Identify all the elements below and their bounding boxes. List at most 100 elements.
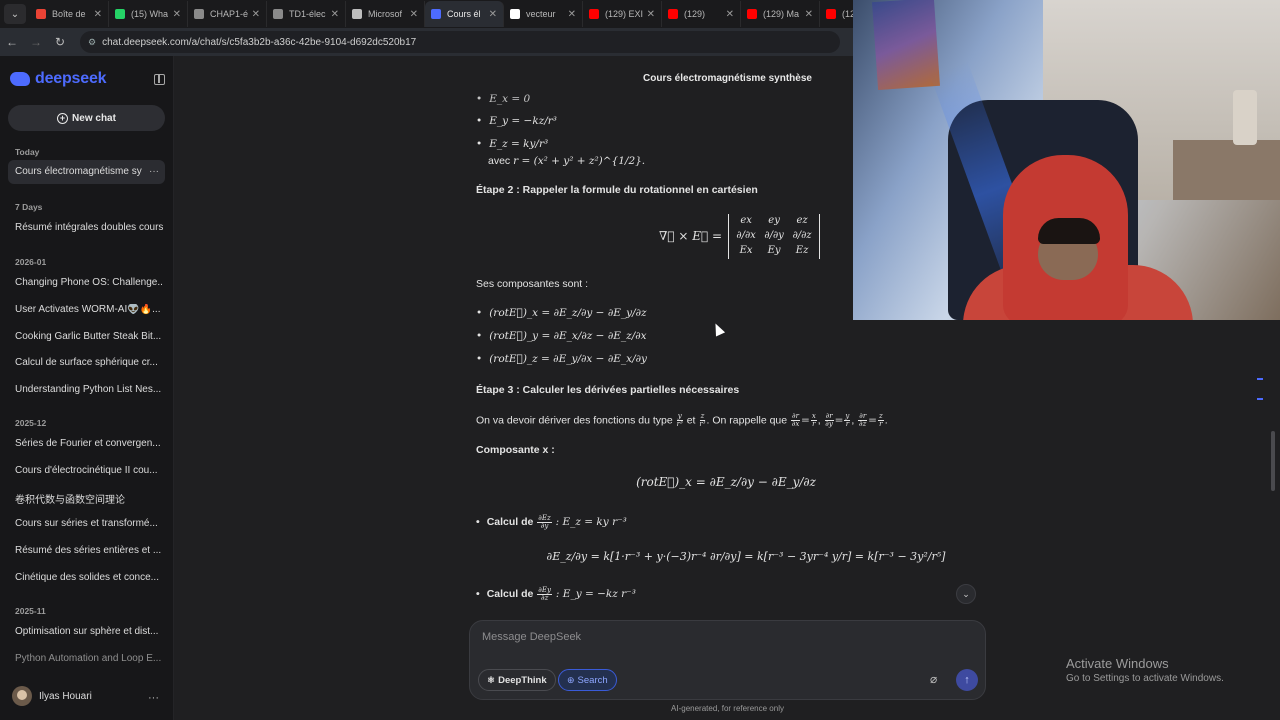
collapse-sidebar-icon[interactable] xyxy=(154,74,165,85)
tab-close-icon[interactable]: ✕ xyxy=(252,9,260,20)
sidebar-item[interactable]: Understanding Python List Nes... xyxy=(15,384,163,395)
deepseek-logo[interactable]: deepseek xyxy=(10,70,107,88)
sidebar-item[interactable]: 卷积代数与函数空间理论 xyxy=(15,491,163,506)
back-icon[interactable]: ← xyxy=(0,35,24,49)
browser-tab[interactable]: vecteur ✕ xyxy=(504,1,583,27)
sidebar-item-active[interactable]: Cours électromagnétisme sy ··· xyxy=(8,160,165,184)
scrollbar-thumb[interactable] xyxy=(1271,431,1275,491)
tab-strip: Boîte de ✕ (15) Wha ✕ CHAP1-é ✕ TD1-élec ✕ Micro… xyxy=(30,1,899,27)
tab-title: TD1-élec xyxy=(289,9,326,19)
windows-activation-watermark: Activate Windows Go to Settings to activ… xyxy=(1066,656,1224,684)
equation-ex: E_x = 0 xyxy=(476,93,530,107)
calc2-item: Calcul de ∂Ey∂z : E_y = −kz r⁻³ xyxy=(476,587,636,602)
send-button[interactable]: ↑ xyxy=(956,669,978,691)
step3-text-b: et xyxy=(686,414,696,427)
sidebar-item[interactable]: Python Automation and Loop E... xyxy=(15,653,163,664)
tab-close-icon[interactable]: ✕ xyxy=(726,9,734,20)
deepthink-label: DeepThink xyxy=(498,674,547,686)
scroll-to-bottom-button[interactable]: ⌄ xyxy=(956,584,976,604)
logo-text: deepseek xyxy=(35,70,107,87)
attachment-icon[interactable]: ⌀ xyxy=(930,672,937,686)
sidebar-item[interactable]: Cours d'électrocinétique II cou... xyxy=(15,465,163,476)
browser-tab[interactable]: CHAP1-é ✕ xyxy=(188,1,267,27)
site-info-icon[interactable]: ⚙ xyxy=(88,37,96,48)
tab-title: CHAP1-é xyxy=(210,9,248,19)
webcam-person-hair xyxy=(1038,218,1100,244)
browser-tab[interactable]: Microsof ✕ xyxy=(346,1,425,27)
reload-icon[interactable]: ↻ xyxy=(48,35,72,49)
sidebar-item[interactable]: Changing Phone OS: Challenge... xyxy=(15,277,163,288)
tab-close-icon[interactable]: ✕ xyxy=(489,9,497,20)
search-label: Search xyxy=(577,674,608,686)
section-2025-12: 2025-12 xyxy=(15,418,47,428)
browser-tab[interactable]: Boîte de ✕ xyxy=(30,1,109,27)
matrix-cell: ez xyxy=(796,215,808,226)
user-menu-icon[interactable]: ··· xyxy=(148,692,159,704)
mouse-cursor-icon xyxy=(710,321,726,337)
search-toggle[interactable]: ⊕ Search xyxy=(558,669,617,691)
step3-text-c: . On rappelle que xyxy=(706,414,788,427)
matrix-cell: Ez xyxy=(795,245,809,256)
tab-favicon-icon xyxy=(352,9,362,19)
tab-favicon-icon xyxy=(826,9,836,19)
fraction: zr xyxy=(877,412,884,428)
matrix-cell: ∂/∂y xyxy=(764,230,784,241)
rot-x-equation: (rotE⃗)_x = ∂E_z/∂y − ∂E_y/∂z xyxy=(476,307,646,321)
message-input[interactable] xyxy=(482,631,962,643)
ai-disclaimer: AI-generated, for reference only xyxy=(671,704,784,713)
calc1-item: Calcul de ∂Ez∂y : E_z = ky r⁻³ xyxy=(476,515,627,530)
tab-title: vecteur xyxy=(526,9,556,19)
url-text: chat.deepseek.com/a/chat/s/c5fa3b2b-a36c… xyxy=(102,36,417,48)
browser-tab[interactable]: (129) ✕ xyxy=(662,1,741,27)
step2-heading: Étape 2 : Rappeler la formule du rotatio… xyxy=(476,184,758,196)
sidebar-item[interactable]: Cinétique des solides et conce... xyxy=(15,572,163,583)
browser-tab[interactable]: Cours él ✕ xyxy=(425,1,504,27)
tab-close-icon[interactable]: ✕ xyxy=(805,9,813,20)
tab-close-icon[interactable]: ✕ xyxy=(410,9,418,20)
sidebar-item[interactable]: Cours sur séries et transformé... xyxy=(15,518,163,529)
more-options-icon[interactable]: ··· xyxy=(149,160,159,184)
tab-title: Cours él xyxy=(447,9,481,19)
tab-title: (15) Wha xyxy=(131,9,169,19)
rot-x-display-equation: (rotE⃗)_x = ∂E_z/∂y − ∂E_y/∂z xyxy=(636,475,816,489)
forward-icon[interactable]: → xyxy=(24,35,48,49)
tab-close-icon[interactable]: ✕ xyxy=(647,9,655,20)
browser-tab[interactable]: TD1-élec ✕ xyxy=(267,1,346,27)
sidebar-item[interactable]: Résumé intégrales doubles cours xyxy=(15,222,163,233)
fraction: xr xyxy=(810,412,817,428)
avec-line: avec r = (x² + y² + z²)^{1/2}. xyxy=(488,155,645,169)
sidebar-item[interactable]: Séries de Fourier et convergen... xyxy=(15,438,163,449)
deepthink-toggle[interactable]: ⚛ DeepThink xyxy=(478,669,556,691)
sidebar: deepseek + New chat Today Cours électrom… xyxy=(0,56,174,720)
sidebar-item[interactable]: User Activates WORM-AI👽🔥... xyxy=(15,304,163,315)
activate-subtitle: Go to Settings to activate Windows. xyxy=(1066,673,1224,684)
sidebar-item[interactable]: Optimisation sur sphère et dist... xyxy=(15,626,163,637)
sidebar-item[interactable]: Calcul de surface sphérique cr... xyxy=(15,357,163,368)
sidebar-item[interactable]: Cooking Garlic Butter Steak Bit... xyxy=(15,331,163,342)
fraction: z r³ xyxy=(699,412,706,428)
rot-z-equation: (rotE⃗)_z = ∂E_y/∂x − ∂E_x/∂y xyxy=(476,353,647,367)
scroll-marker xyxy=(1257,398,1263,400)
browser-tab[interactable]: (129) EXI ✕ xyxy=(583,1,662,27)
fraction: ∂Ey ∂z xyxy=(537,586,552,602)
tab-title: (129) Ma xyxy=(763,9,800,19)
fraction: ∂Ez ∂y xyxy=(537,514,552,530)
components-intro: Ses composantes sont : xyxy=(476,278,589,290)
matrix-cell: ∂/∂z xyxy=(792,230,812,241)
new-chat-button[interactable]: + New chat xyxy=(8,105,165,131)
browser-tab[interactable]: (129) Ma ✕ xyxy=(741,1,820,27)
tab-search-icon[interactable]: ⌄ xyxy=(4,4,26,24)
url-field[interactable]: ⚙ chat.deepseek.com/a/chat/s/c5fa3b2b-a3… xyxy=(80,31,840,53)
tab-close-icon[interactable]: ✕ xyxy=(94,9,102,20)
browser-tab[interactable]: (15) Wha ✕ xyxy=(109,1,188,27)
section-7-days: 7 Days xyxy=(15,202,43,212)
matrix-cell: ey xyxy=(768,215,780,226)
avatar xyxy=(12,686,32,706)
tab-favicon-icon xyxy=(273,9,283,19)
fraction: ∂r ∂x xyxy=(791,412,800,428)
tab-close-icon[interactable]: ✕ xyxy=(173,9,181,20)
tab-close-icon[interactable]: ✕ xyxy=(568,9,576,20)
tab-close-icon[interactable]: ✕ xyxy=(331,9,339,20)
user-profile[interactable]: Ilyas Houari xyxy=(12,686,92,706)
sidebar-item[interactable]: Résumé des séries entières et ... xyxy=(15,545,163,556)
